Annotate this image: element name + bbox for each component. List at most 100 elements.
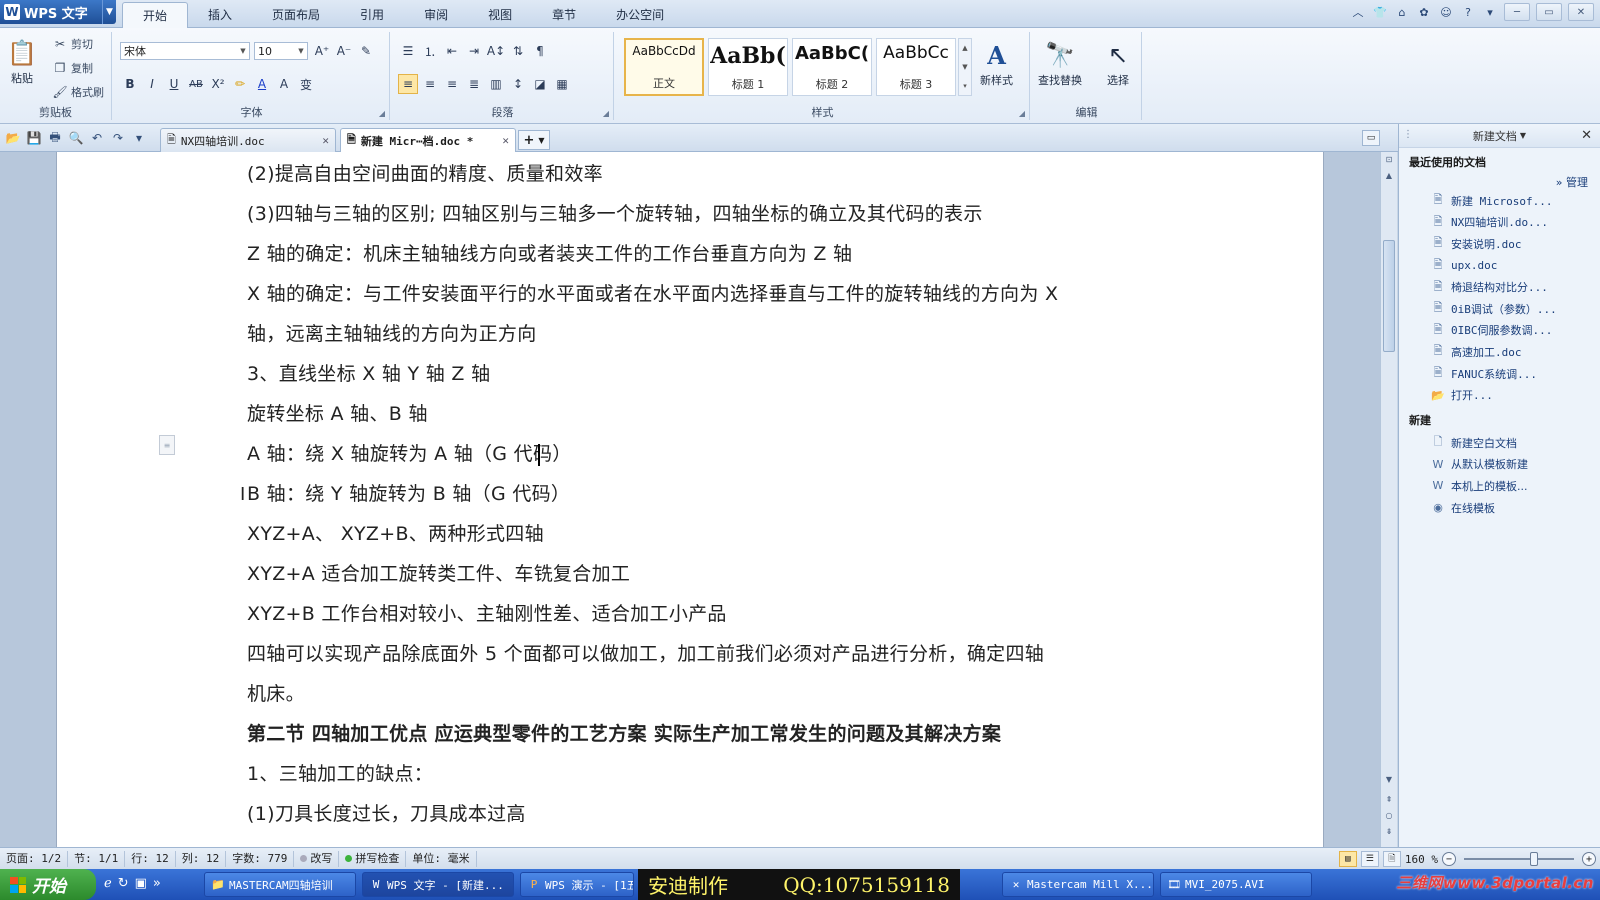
clear-format-icon[interactable]: ✎ xyxy=(356,41,376,61)
justify-icon[interactable]: ≣ xyxy=(464,74,484,94)
zoom-slider-knob[interactable] xyxy=(1530,852,1538,866)
document-line[interactable]: (2)提高自由空间曲面的精度、质量和效率 xyxy=(247,154,1058,194)
document-line[interactable]: 第二节 四轴加工优点 应运典型零件的工艺方案 实际生产加工常发生的问题及其解决方… xyxy=(247,714,1058,754)
strikethrough-icon[interactable]: AB xyxy=(186,74,206,94)
new-doc-item[interactable]: 🗋 新建空白文档 xyxy=(1399,432,1600,454)
minimize-button[interactable]: ─ xyxy=(1504,3,1530,21)
document-line[interactable]: A 轴：绕 X 轴旋转为 A 轴（G 代码） xyxy=(247,434,1058,474)
shading-icon[interactable]: ◪ xyxy=(530,74,550,94)
bold-icon[interactable]: B xyxy=(120,74,140,94)
taskbar-item[interactable]: 📁 MASTERCAM四轴培训 xyxy=(204,872,356,897)
cut-button[interactable]: ✂ 剪切 xyxy=(52,36,93,52)
vertical-scrollbar[interactable]: ⊡ ▲ ▼ ⇞ ○ ⇟ xyxy=(1380,152,1397,847)
next-page-icon[interactable]: ⇟ xyxy=(1381,824,1397,838)
recent-doc-item[interactable]: 📂 打开... xyxy=(1399,384,1600,406)
home-icon[interactable]: ⌂ xyxy=(1394,4,1410,20)
document-body[interactable]: (2)提高自由空间曲面的精度、质量和效率 (3)四轴与三轴的区别; 四轴区别与三轴… xyxy=(247,154,1058,834)
chevron-down-icon[interactable]: ▼ xyxy=(237,47,249,55)
dialog-launcher-icon[interactable]: ◢ xyxy=(1019,109,1025,118)
new-doc-item[interactable]: W 从默认模板新建 xyxy=(1399,454,1600,476)
user-icon[interactable]: ☺ xyxy=(1438,4,1454,20)
tab-review[interactable]: 审阅 xyxy=(404,2,468,28)
new-doc-item[interactable]: W 本机上的模板... xyxy=(1399,475,1600,497)
new-doc-item[interactable]: ◉ 在线模板 xyxy=(1399,497,1600,519)
page-view-icon[interactable]: ▤ xyxy=(1338,851,1357,867)
close-icon[interactable]: ✕ xyxy=(502,134,509,147)
taskbar-item[interactable]: P WPS 演示 - [1五 xyxy=(520,872,634,897)
media-icon[interactable]: ▣ xyxy=(135,876,147,891)
plugin-icon[interactable]: ✿ xyxy=(1416,4,1432,20)
maximize-button[interactable]: ▭ xyxy=(1536,3,1562,21)
document-line[interactable]: 四轴可以实现产品除底面外 5 个面都可以做加工，加工前我们必须对产品进行分析，确… xyxy=(247,634,1058,674)
dialog-launcher-icon[interactable]: ◢ xyxy=(379,109,385,118)
style-heading-1[interactable]: AaBb( 标题 1 xyxy=(708,38,788,96)
recent-doc-item[interactable]: 🗎 新建 Microsof... xyxy=(1399,190,1600,212)
tab-view[interactable]: 视图 xyxy=(468,2,532,28)
restore-layout-icon[interactable]: ▭ xyxy=(1362,130,1380,146)
recent-doc-item[interactable]: 🗎 椅退结构对比分... xyxy=(1399,276,1600,298)
bullet-list-icon[interactable]: ☰ xyxy=(398,41,418,61)
chevron-down-icon[interactable]: ▼ xyxy=(295,47,307,55)
zoom-level[interactable]: 160 % xyxy=(1405,853,1438,866)
document-line[interactable]: X 轴的确定：与工件安装面平行的水平面或者在水平面内选择垂直与工件的旋转轴线的方… xyxy=(247,274,1058,314)
show-marks-icon[interactable]: ¶ xyxy=(530,41,550,61)
tab-insert[interactable]: 插入 xyxy=(188,2,252,28)
zoom-slider[interactable] xyxy=(1464,852,1574,866)
superscript-icon[interactable]: X² xyxy=(208,74,228,94)
align-center-icon[interactable]: ≡ xyxy=(420,74,440,94)
outline-view-icon[interactable]: ☰ xyxy=(1360,851,1379,867)
document-line[interactable]: (1)刀具长度过长，刀具成本过高 xyxy=(247,794,1058,834)
new-style-button[interactable]: A 新样式 xyxy=(980,38,1013,88)
browse-object-icon[interactable]: ○ xyxy=(1381,808,1397,822)
text-direction-icon[interactable]: A↕ xyxy=(486,41,506,61)
sort-icon[interactable]: ⇅ xyxy=(508,41,528,61)
paste-button[interactable]: 📋 粘贴 xyxy=(6,36,38,86)
tab-chapter[interactable]: 章节 xyxy=(532,2,596,28)
taskbar-item[interactable]: 🎞 MVI_2075.AVI xyxy=(1160,872,1312,897)
tab-page-layout[interactable]: 页面布局 xyxy=(252,2,340,28)
borders-icon[interactable]: ▦ xyxy=(552,74,572,94)
document-area[interactable]: ≡ (2)提高自由空间曲面的精度、质量和效率 (3)四轴与三轴的区别; 四轴区别与… xyxy=(0,152,1382,847)
chevron-down-icon[interactable]: ▾ xyxy=(1482,4,1498,20)
font-color-icon[interactable]: A xyxy=(252,74,272,94)
underline-icon[interactable]: U xyxy=(164,74,184,94)
zoom-in-icon[interactable]: + xyxy=(1582,852,1596,866)
doc-tab[interactable]: 🗎 NX四轴培训.doc ✕ xyxy=(160,128,336,152)
close-button[interactable]: ✕ xyxy=(1568,3,1594,21)
recent-doc-item[interactable]: 🗎 高速加工.doc xyxy=(1399,341,1600,363)
shrink-font-icon[interactable]: A⁻ xyxy=(334,41,354,61)
distribute-icon[interactable]: ▥ xyxy=(486,74,506,94)
scroll-down-icon[interactable]: ▼ xyxy=(1381,772,1397,786)
document-line[interactable]: B 轴：绕 Y 轴旋转为 B 轴（G 代码） xyxy=(247,474,1058,514)
refresh-icon[interactable]: ↻ xyxy=(118,876,129,891)
chevron-down-icon[interactable]: ▼ xyxy=(102,0,116,24)
close-icon[interactable]: ✕ xyxy=(322,134,329,147)
status-spellcheck[interactable]: 拼写检查 xyxy=(339,850,407,867)
status-page[interactable]: 页面: 1/2 xyxy=(0,850,69,867)
document-line[interactable]: (3)四轴与三轴的区别; 四轴区别与三轴多一个旋转轴，四轴坐标的确立及其代码的表… xyxy=(247,194,1058,234)
style-heading-2[interactable]: AaBbC( 标题 2 xyxy=(792,38,872,96)
increase-indent-icon[interactable]: ⇥ xyxy=(464,41,484,61)
taskbar-item[interactable]: ✕ Mastercam Mill X... xyxy=(1002,872,1154,897)
chevron-down-icon[interactable]: ▼ xyxy=(1520,131,1526,140)
task-pane-title[interactable]: 新建文档 xyxy=(1473,128,1517,144)
format-painter-button[interactable]: 🖌 格式刷 xyxy=(52,84,104,100)
chevron-down-icon[interactable]: ▼ xyxy=(538,136,544,145)
collapse-ribbon-icon[interactable]: ︿ xyxy=(1350,4,1366,20)
tab-office-space[interactable]: 办公空间 xyxy=(596,2,684,28)
chevron-down-icon[interactable]: ▼ xyxy=(962,63,967,71)
recent-doc-item[interactable]: 🗎 FANUC系统调... xyxy=(1399,363,1600,385)
align-right-icon[interactable]: ≡ xyxy=(442,74,462,94)
new-tab-button[interactable]: + ▼ xyxy=(518,130,550,150)
document-page[interactable]: ≡ (2)提高自由空间曲面的精度、质量和效率 (3)四轴与三轴的区别; 四轴区别与… xyxy=(56,152,1324,847)
open-folder-icon[interactable]: 📂 xyxy=(4,129,22,147)
start-button[interactable]: 开始 xyxy=(0,869,96,900)
document-line[interactable]: 1、三轴加工的缺点： xyxy=(247,754,1058,794)
recent-doc-item[interactable]: 🗎 upx.doc xyxy=(1399,255,1600,277)
char-shading-icon[interactable]: A xyxy=(274,74,294,94)
print-preview-icon[interactable]: 🔍 xyxy=(67,129,85,147)
font-size-combo[interactable]: 10 ▼ xyxy=(254,42,308,60)
help-icon[interactable]: ? xyxy=(1460,4,1476,20)
select-button[interactable]: ↖ 选择 xyxy=(1102,38,1134,88)
align-left-icon[interactable]: ≡ xyxy=(398,74,418,94)
